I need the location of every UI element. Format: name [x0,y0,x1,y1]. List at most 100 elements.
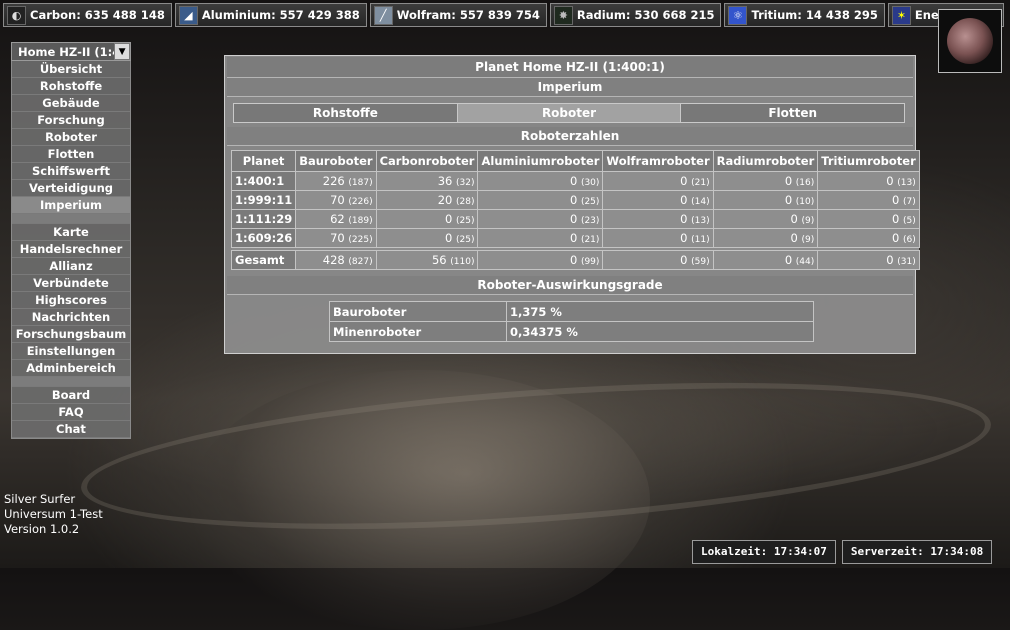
value-cell: 0 (9) [712,228,819,248]
count: 0 [892,231,900,245]
count: 0 [790,212,798,226]
tritium-icon: ⚛ [728,5,748,25]
robot-counts-heading: Roboterzahlen [227,127,913,146]
count: 0 [680,193,688,207]
value-cell: 0 (21) [602,171,714,191]
value-cell: 62 (189) [295,209,377,229]
value-cell: 0 (9) [712,209,819,229]
resource-radium-label: Radium: 530 668 215 [576,8,715,22]
clock-bar: Lokalzeit: 17:34:07 Serverzeit: 17:34:08 [692,540,993,564]
table-row-total: Gesamt 428 (827) 56 (110) 0 (99) 0 (59) … [230,250,920,270]
resource-tritium: ⚛ Tritium: 14 438 295 [724,3,885,27]
resource-aluminium-label: Aluminium: 557 429 388 [201,8,360,22]
max-count: (10) [795,197,815,207]
max-count: (13) [691,216,710,226]
max-count: (30) [580,178,600,188]
sidebar-divider [12,214,130,224]
sidebar-item-gebaeude[interactable]: Gebäude [12,95,130,112]
planet-cell[interactable]: 1:999:11 [230,190,297,210]
count: 56 [431,253,447,267]
sidebar-item-verteidigung[interactable]: Verteidigung [12,180,130,197]
max-count: (827) [348,257,373,267]
tab-flotten[interactable]: Flotten [681,104,905,122]
sidebar-item-handelsrechner[interactable]: Handelsrechner [12,241,130,258]
planet-select[interactable]: Home HZ-II (1:400:1) ▼ [11,42,131,61]
sidebar-item-uebersicht[interactable]: Übersicht [12,61,130,78]
table-row: 1:111:29 62 (189) 0 (25) 0 (23) 0 (13) 0… [230,209,920,229]
value-cell: 36 (32) [375,171,479,191]
max-count: (25) [580,197,600,207]
count: 0 [569,231,578,245]
imperium-panel: Planet Home HZ-II (1:400:1) Imperium Roh… [224,55,920,354]
max-count: (28) [456,197,475,207]
max-count: (21) [580,235,600,245]
max-count: (6) [903,235,916,245]
sidebar-item-board[interactable]: Board [12,387,130,404]
column-header: Wolframroboter [602,150,714,172]
effect-value: 0,34375 % [506,321,814,342]
value-cell: 0 (30) [477,171,604,191]
value-cell: 0 (5) [817,209,920,229]
sidebar-item-allianz[interactable]: Allianz [12,258,130,275]
planet-select-value: Home HZ-II (1:400:1) [18,44,114,59]
max-count: (32) [456,178,475,188]
count: 0 [680,174,688,188]
count: 0 [569,253,578,267]
sidebar-item-einstellungen[interactable]: Einstellungen [12,343,130,360]
sidebar: Home HZ-II (1:400:1) ▼ Übersicht Rohstof… [11,42,131,439]
value-cell: 0 (25) [477,190,604,210]
sidebar-item-karte[interactable]: Karte [12,224,130,241]
sidebar-item-roboter[interactable]: Roboter [12,129,130,146]
footer-user: Silver Surfer [4,492,76,506]
sidebar-item-verbuendete[interactable]: Verbündete [12,275,130,292]
planet-cell[interactable]: 1:111:29 [230,209,297,229]
count: 0 [790,231,798,245]
planet-thumbnail[interactable] [938,9,1002,73]
carbon-icon: ◐ [7,5,26,25]
sidebar-item-schiffswerft[interactable]: Schiffswerft [12,163,130,180]
sidebar-item-imperium[interactable]: Imperium [12,197,130,214]
count: 0 [569,174,578,188]
max-count: (59) [691,257,710,267]
sidebar-item-forschung[interactable]: Forschung [12,112,130,129]
count: 70 [330,193,345,207]
count: 0 [886,253,894,267]
max-count: (23) [580,216,600,226]
effect-label: Bauroboter [329,301,507,322]
sidebar-item-chat[interactable]: Chat [12,421,130,438]
max-count: (31) [897,257,916,267]
value-cell: 0 (31) [817,250,920,270]
chevron-down-icon[interactable]: ▼ [114,43,130,60]
column-header: Radiumroboter [712,150,819,172]
max-count: (14) [691,197,710,207]
count: 0 [680,212,688,226]
value-cell: 0 (23) [477,209,604,229]
sidebar-item-rohstoffe[interactable]: Rohstoffe [12,78,130,95]
table-row: 1:609:26 70 (225) 0 (25) 0 (21) 0 (11) 0… [230,228,920,248]
count: 0 [892,193,900,207]
sidebar-item-faq[interactable]: FAQ [12,404,130,421]
column-header: Aluminiumroboter [477,150,604,172]
max-count: (16) [795,178,815,188]
value-cell: 0 (44) [712,250,819,270]
count: 0 [784,253,793,267]
max-count: (9) [801,235,815,245]
effects-heading: Roboter-Auswirkungsgrade [227,276,913,295]
sidebar-item-nachrichten[interactable]: Nachrichten [12,309,130,326]
max-count: (9) [801,216,815,226]
planet-cell[interactable]: 1:400:1 [230,171,297,191]
count: 226 [322,174,345,188]
sidebar-item-highscores[interactable]: Highscores [12,292,130,309]
tab-roboter[interactable]: Roboter [457,104,682,122]
count: 70 [330,231,345,245]
resource-tritium-label: Tritium: 14 438 295 [751,8,878,22]
sidebar-item-adminbereich[interactable]: Adminbereich [12,360,130,377]
local-time: Lokalzeit: 17:34:07 [692,540,836,564]
planet-cell[interactable]: 1:609:26 [230,228,297,248]
tab-rohstoffe[interactable]: Rohstoffe [234,104,458,122]
resource-wolfram-label: Wolfram: 557 839 754 [396,8,540,22]
max-count: (99) [580,257,600,267]
planet-image [947,18,993,64]
sidebar-item-flotten[interactable]: Flotten [12,146,130,163]
sidebar-item-forschungsbaum[interactable]: Forschungsbaum [12,326,130,343]
